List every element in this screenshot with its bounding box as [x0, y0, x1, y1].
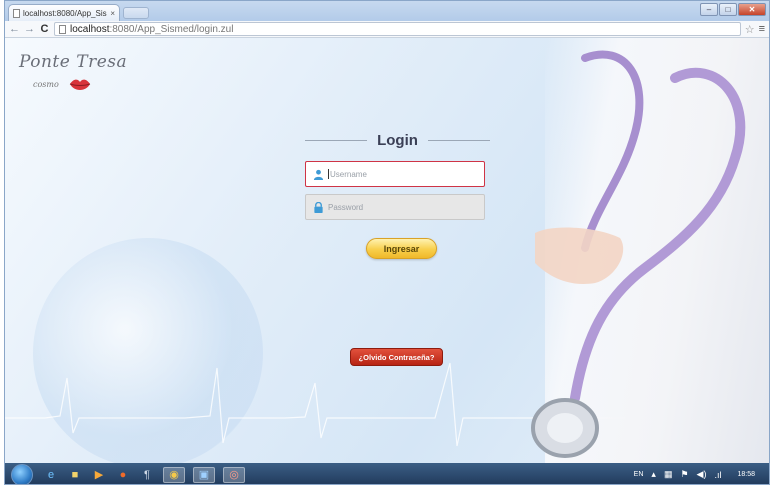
reload-icon[interactable]: C	[39, 23, 50, 35]
text-caret	[328, 169, 329, 179]
minimize-button[interactable]: –	[700, 3, 718, 16]
new-tab-button[interactable]	[123, 7, 149, 19]
maximize-button[interactable]: □	[719, 3, 737, 16]
tab-close-icon[interactable]: ×	[110, 9, 115, 18]
window-controls: – □ ✕	[700, 3, 766, 16]
password-field[interactable]	[305, 194, 485, 220]
tab-title: localhost:8080/App_Sismi	[23, 8, 108, 18]
app-icon[interactable]: ◎	[223, 466, 245, 483]
heading-rule-left	[305, 140, 368, 141]
logo-subtext: cosmo	[33, 80, 59, 89]
language-indicator[interactable]: EN	[634, 471, 644, 478]
back-arrow-icon[interactable]: ←	[9, 23, 20, 35]
window-icon[interactable]: ▣	[193, 466, 215, 483]
heading-rule-right	[427, 140, 491, 141]
logo: Ponte Tresa cosmo	[19, 52, 129, 102]
flag-icon[interactable]: ⚑	[680, 469, 688, 480]
media-player-icon[interactable]: ▶	[91, 467, 107, 483]
network-tray-icon[interactable]: ▦	[664, 469, 673, 480]
lock-icon	[314, 201, 323, 213]
folder-icon[interactable]: ■	[67, 467, 83, 483]
lips-logo-icon	[69, 79, 91, 90]
star-icon[interactable]: ☆	[745, 23, 755, 36]
windows-taskbar: e ■ ▶ ● ¶ ◉ ▣ ◎ EN ▴ ▦ ⚑ ◀) .ıl 18:58	[5, 463, 769, 484]
username-field[interactable]	[305, 161, 485, 187]
username-input[interactable]	[330, 169, 460, 179]
url-text: localhost:8080/App_Sismed/login.zul	[70, 24, 233, 35]
browser-tab[interactable]: localhost:8080/App_Sismi ×	[8, 4, 120, 21]
login-heading: Login	[305, 132, 491, 149]
login-title: Login	[377, 132, 418, 149]
logo-text: Ponte Tresa	[19, 52, 128, 72]
stethoscope-image	[531, 50, 746, 458]
firefox-icon[interactable]: ●	[115, 467, 131, 483]
menu-icon[interactable]: ≡	[759, 23, 765, 35]
tab-page-icon	[13, 8, 20, 18]
signal-icon[interactable]: .ıl	[714, 470, 721, 480]
system-tray: EN ▴ ▦ ⚑ ◀) .ıl 18:58	[634, 469, 769, 480]
user-icon	[313, 169, 324, 180]
chrome-icon[interactable]: ◉	[163, 466, 185, 483]
title-bar: localhost:8080/App_Sismi × – □ ✕	[5, 1, 769, 21]
url-host: localhost	[70, 23, 110, 35]
taskbar-icons: e ■ ▶ ● ¶ ◉ ▣ ◎	[43, 466, 245, 483]
ms-word-icon[interactable]: ¶	[139, 467, 155, 483]
password-input[interactable]	[328, 202, 458, 212]
ie-icon[interactable]: e	[43, 467, 59, 483]
browser-toolbar: ← → C localhost:8080/App_Sismed/login.zu…	[5, 21, 769, 38]
ingresar-button[interactable]: Ingresar	[366, 238, 437, 259]
page-icon	[59, 24, 66, 34]
clock[interactable]: 18:58	[737, 471, 755, 478]
url-path: :8080/App_Sismed/login.zul	[109, 23, 234, 35]
forward-arrow-icon[interactable]: →	[24, 23, 35, 35]
address-bar[interactable]: localhost:8080/App_Sismed/login.zul	[54, 22, 741, 36]
browser-window: localhost:8080/App_Sismi × – □ ✕ ← → C l…	[4, 0, 770, 485]
tray-arrow-icon[interactable]: ▴	[651, 469, 656, 480]
start-button[interactable]	[11, 463, 33, 484]
volume-icon[interactable]: ◀)	[697, 469, 707, 480]
login-page: Ponte Tresa cosmo Login Username Ingresa…	[5, 38, 769, 463]
close-window-button[interactable]: ✕	[738, 3, 766, 16]
forgot-password-button[interactable]: ¿Olvido Contraseña?	[350, 348, 443, 366]
